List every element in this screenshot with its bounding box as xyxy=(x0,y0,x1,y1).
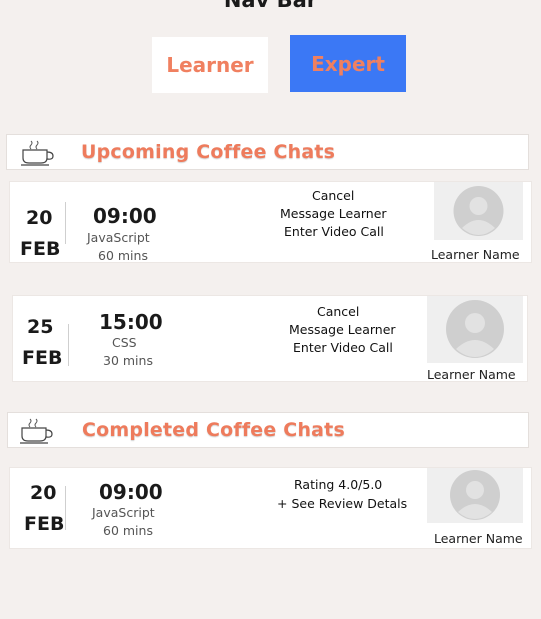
coffee-cup-icon xyxy=(21,139,55,171)
cancel-link[interactable]: Cancel xyxy=(312,188,354,203)
date-divider xyxy=(68,324,69,366)
chat-duration: 30 mins xyxy=(103,353,153,368)
user-avatar-icon xyxy=(446,300,504,358)
avatar xyxy=(434,182,523,240)
chat-duration: 60 mins xyxy=(103,523,153,538)
chat-time: 09:00 xyxy=(93,204,157,228)
chat-month: FEB xyxy=(22,347,63,369)
chat-day: 20 xyxy=(26,207,53,229)
message-learner-link[interactable]: Message Learner xyxy=(280,206,387,221)
message-learner-link[interactable]: Message Learner xyxy=(289,322,396,337)
learner-toggle-button[interactable]: Learner xyxy=(152,37,268,93)
date-divider xyxy=(65,486,66,530)
upcoming-chat-card: 25 FEB 15:00 CSS 30 mins Cancel Message … xyxy=(12,295,528,382)
completed-section-title: Completed Coffee Chats xyxy=(82,419,345,441)
cancel-link[interactable]: Cancel xyxy=(317,304,359,319)
avatar xyxy=(427,296,523,363)
chat-time: 15:00 xyxy=(99,310,163,334)
user-avatar-icon xyxy=(453,186,504,236)
learner-name[interactable]: Learner Name xyxy=(434,531,523,546)
chat-duration: 60 mins xyxy=(98,248,148,263)
date-divider xyxy=(65,202,66,244)
upcoming-section-title: Upcoming Coffee Chats xyxy=(81,141,336,163)
chat-topic: JavaScript xyxy=(87,230,150,245)
completed-chat-card: 20 FEB 09:00 JavaScript 60 mins Rating 4… xyxy=(9,467,532,549)
enter-video-call-link[interactable]: Enter Video Call xyxy=(293,340,393,355)
nav-bar-title: Nav Bar xyxy=(223,0,318,12)
learner-name[interactable]: Learner Name xyxy=(427,367,516,382)
chat-month: FEB xyxy=(24,513,65,535)
see-review-details-link[interactable]: + See Review Detals xyxy=(277,496,407,511)
avatar xyxy=(427,468,523,523)
chat-day: 25 xyxy=(27,316,54,338)
chat-time: 09:00 xyxy=(99,480,163,504)
chat-month: FEB xyxy=(20,238,61,260)
user-avatar-icon xyxy=(450,470,500,520)
upcoming-chat-card: 20 FEB 09:00 JavaScript 60 mins Cancel M… xyxy=(9,181,532,263)
enter-video-call-link[interactable]: Enter Video Call xyxy=(284,224,384,239)
learner-name[interactable]: Learner Name xyxy=(431,247,520,262)
chat-day: 20 xyxy=(30,482,57,504)
chat-topic: JavaScript xyxy=(92,505,155,520)
completed-section-header: Completed Coffee Chats xyxy=(7,412,529,448)
coffee-cup-icon xyxy=(20,417,54,449)
expert-toggle-button[interactable]: Expert xyxy=(290,35,406,92)
rating-text: Rating 4.0/5.0 xyxy=(294,477,383,492)
chat-topic: CSS xyxy=(112,335,137,350)
upcoming-section-header: Upcoming Coffee Chats xyxy=(6,134,529,170)
